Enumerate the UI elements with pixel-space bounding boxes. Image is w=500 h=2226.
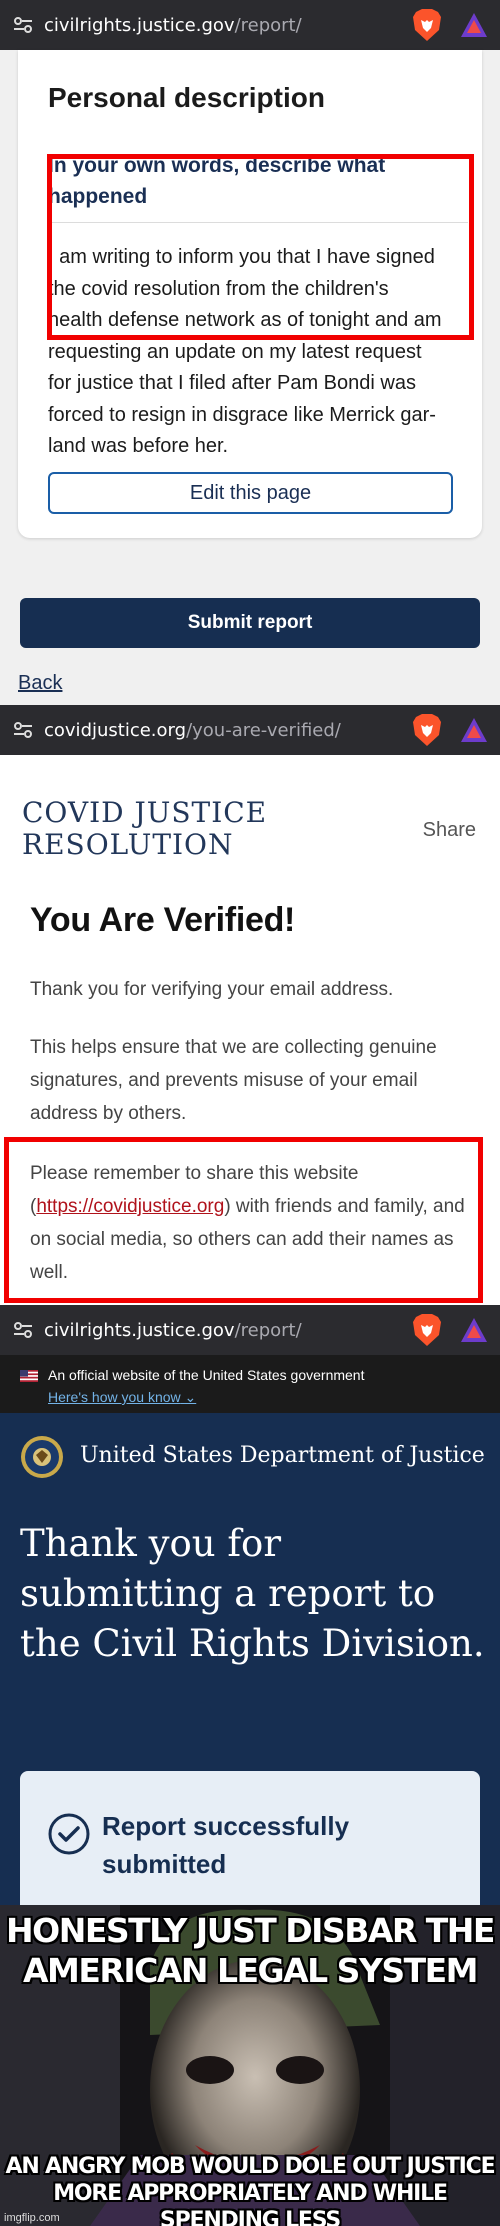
logo-line: COVID JUSTICE xyxy=(22,796,268,829)
meme-top-text: HONESTLY JUST DISBAR THE AMERICAN LEGAL … xyxy=(6,1911,495,1990)
imgflip-watermark: imgflip.com xyxy=(4,2212,60,2224)
doj-header: United States Department of Justice Than… xyxy=(0,1413,500,1905)
url-domain: civilrights.justice.gov xyxy=(44,14,235,36)
page-title: You Are Verified! xyxy=(30,901,296,939)
vpn-triangle-icon[interactable] xyxy=(460,12,488,38)
tune-icon[interactable] xyxy=(12,14,34,36)
success-alert: Report successfully submitted xyxy=(20,1771,480,1905)
edit-page-button[interactable]: Edit this page xyxy=(48,472,453,514)
red-highlight-box xyxy=(4,1137,483,1303)
personal-description-card: Personal description In your own words, … xyxy=(18,50,482,538)
url-path: /report/ xyxy=(234,14,302,36)
check-circle-icon xyxy=(48,1813,90,1855)
joker-meme: HONESTLY JUST DISBAR THE AMERICAN LEGAL … xyxy=(0,1905,500,2226)
meme-bottom-text: AN ANGRY MOB WOULD DOLE OUT JUSTICE MORE… xyxy=(5,2154,496,2226)
gov-banner: An official website of the United States… xyxy=(0,1355,500,1413)
browser-url-bar-1[interactable]: civilrights.justice.gov/report/ xyxy=(0,0,500,50)
share-link[interactable]: Share xyxy=(423,819,476,842)
tune-icon[interactable] xyxy=(12,719,34,741)
paragraph: Thank you for verifying your email addre… xyxy=(30,979,394,1000)
alert-text: Report successfully submitted xyxy=(102,1811,350,1879)
section-heading: Personal description xyxy=(48,82,325,113)
browser-url-bar-3[interactable]: civilrights.justice.gov/report/ xyxy=(0,1305,500,1355)
doj-seal-icon[interactable] xyxy=(20,1435,64,1479)
how-you-know-link[interactable]: Here's how you know ⌄ xyxy=(48,1389,196,1406)
vpn-triangle-icon[interactable] xyxy=(460,1317,488,1343)
url-domain: civilrights.justice.gov xyxy=(44,1319,235,1341)
back-link[interactable]: Back xyxy=(18,672,62,695)
answer-line: for justice that I filed after Pam Bondi… xyxy=(48,372,416,394)
chevron-down-icon: ⌄ xyxy=(184,1389,197,1405)
brave-lion-icon[interactable] xyxy=(412,1313,442,1347)
answer-line: land was before her. xyxy=(48,435,229,457)
brave-lion-icon[interactable] xyxy=(412,8,442,42)
gov-banner-text: An official website of the United States… xyxy=(48,1367,365,1383)
url-path: /report/ xyxy=(234,1319,302,1341)
submit-report-button[interactable]: Submit report xyxy=(20,598,480,648)
answer-line: forced to resign in disgrace like Merric… xyxy=(48,403,436,426)
agency-name[interactable]: United States Department of Justice xyxy=(80,1443,485,1468)
how-link-text: Here's how you know xyxy=(48,1389,181,1405)
brave-lion-icon[interactable] xyxy=(412,713,442,747)
vpn-triangle-icon[interactable] xyxy=(460,717,488,743)
report-review-section: Personal description In your own words, … xyxy=(0,50,500,705)
confirmation-heading: Thank you for submitting a report to the… xyxy=(20,1522,485,1665)
confirmation-page: An official website of the United States… xyxy=(0,1355,500,1905)
url-domain: covidjustice.org xyxy=(44,719,187,741)
logo-line: RESOLUTION xyxy=(22,828,234,861)
tune-icon[interactable] xyxy=(12,1319,34,1341)
url-text[interactable]: civilrights.justice.gov/report/ xyxy=(44,1320,412,1341)
us-flag-icon xyxy=(20,1369,38,1382)
paragraph: This helps ensure that we are collecting… xyxy=(30,1037,437,1124)
verified-page: COVID JUSTICE RESOLUTION Share You Are V… xyxy=(0,755,500,1305)
url-text[interactable]: civilrights.justice.gov/report/ xyxy=(44,15,412,36)
browser-url-bar-2[interactable]: covidjustice.org/you-are-verified/ xyxy=(0,705,500,755)
answer-line: requesting an update on my latest reques… xyxy=(48,340,422,363)
red-highlight-box xyxy=(47,154,474,340)
site-logo[interactable]: COVID JUSTICE RESOLUTION xyxy=(22,797,267,861)
url-path: /you-are-verified/ xyxy=(186,719,341,741)
url-text[interactable]: covidjustice.org/you-are-verified/ xyxy=(44,720,412,741)
